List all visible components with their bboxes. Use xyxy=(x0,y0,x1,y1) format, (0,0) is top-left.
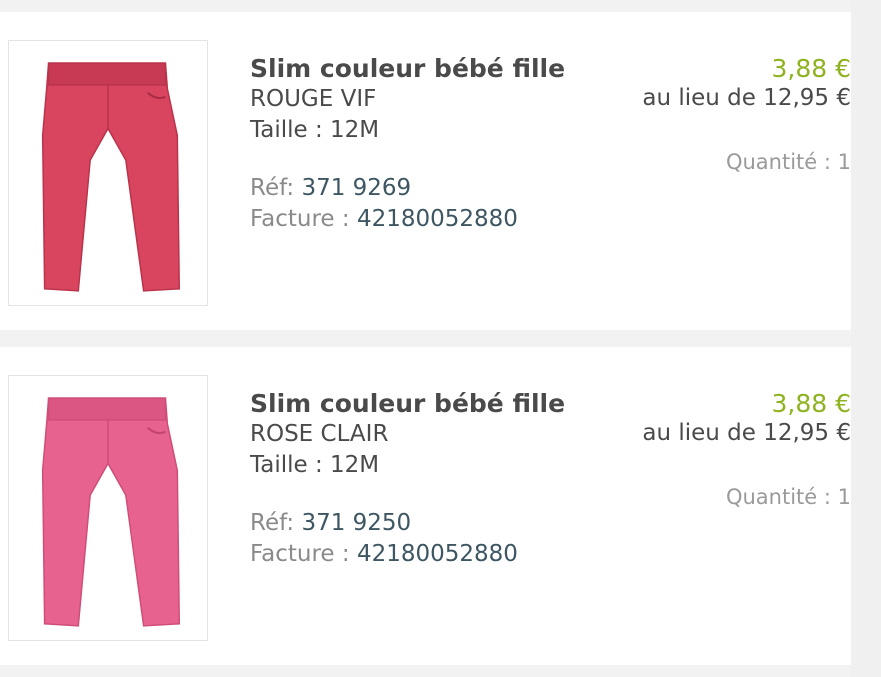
pants-icon xyxy=(41,397,181,627)
invoice-value[interactable]: 42180052880 xyxy=(357,541,518,567)
size-label: Taille : xyxy=(250,117,331,143)
size-value: 12M xyxy=(330,117,380,143)
product-invoice: Facture : 42180052880 xyxy=(250,204,565,235)
product-ref: Réf: 371 9250 xyxy=(250,508,565,539)
pants-icon xyxy=(41,62,181,292)
quantity: Quantité : 1 xyxy=(725,150,851,174)
order-item-card: Slim couleur bébé fille ROUGE VIF Taille… xyxy=(0,12,851,330)
product-info: Slim couleur bébé fille ROSE CLAIR Taill… xyxy=(250,389,565,570)
ref-value: 371 9269 xyxy=(301,175,412,201)
quantity: Quantité : 1 xyxy=(725,485,851,509)
page-gutter xyxy=(851,0,881,677)
current-price: 3,88 € xyxy=(771,54,851,83)
product-invoice: Facture : 42180052880 xyxy=(250,539,565,570)
product-name[interactable]: Slim couleur bébé fille xyxy=(250,54,565,84)
product-name[interactable]: Slim couleur bébé fille xyxy=(250,389,565,419)
ref-label: Réf: xyxy=(250,510,302,536)
invoice-label: Facture : xyxy=(250,206,357,232)
ref-label: Réf: xyxy=(250,175,302,201)
invoice-label: Facture : xyxy=(250,541,357,567)
size-label: Taille : xyxy=(250,452,331,478)
product-size: Taille : 12M xyxy=(250,115,565,146)
original-price: au lieu de 12,95 € xyxy=(642,85,851,111)
price-block: 3,88 € au lieu de 12,95 € Quantité : 1 xyxy=(642,54,851,176)
invoice-value[interactable]: 42180052880 xyxy=(357,206,518,232)
product-ref: Réf: 371 9269 xyxy=(250,173,565,204)
original-price: au lieu de 12,95 € xyxy=(642,420,851,446)
size-value: 12M xyxy=(330,452,380,478)
order-item-card: Slim couleur bébé fille ROSE CLAIR Taill… xyxy=(0,347,851,665)
current-price: 3,88 € xyxy=(771,389,851,418)
price-block: 3,88 € au lieu de 12,95 € Quantité : 1 xyxy=(642,389,851,511)
product-info: Slim couleur bébé fille ROUGE VIF Taille… xyxy=(250,54,565,235)
ref-value: 371 9250 xyxy=(301,510,412,536)
product-color: ROSE CLAIR xyxy=(250,421,389,447)
product-color: ROUGE VIF xyxy=(250,86,377,112)
product-image[interactable] xyxy=(8,375,208,641)
product-image[interactable] xyxy=(8,40,208,306)
product-size: Taille : 12M xyxy=(250,450,565,481)
